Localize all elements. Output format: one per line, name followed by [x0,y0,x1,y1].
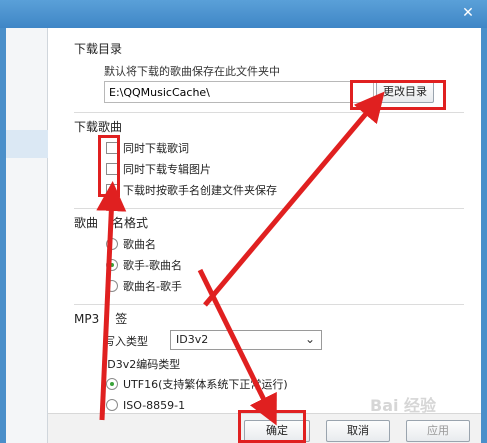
title-tail: 签 [115,312,128,326]
annotation-box-ok [238,410,306,443]
title-head: MP3 [74,312,100,326]
radio-song-artist[interactable] [106,280,118,292]
encoding-iso[interactable]: ISO-8859-1 [106,397,185,413]
format-song-artist[interactable]: 歌曲名-歌手 [106,278,182,294]
download-dir-title: 下载目录 [74,42,123,56]
format-song-name[interactable]: 歌曲名 [106,236,156,252]
option-download-album-art[interactable]: 同时下载专辑图片 [106,161,211,177]
select-value: ID3v2 [176,333,209,346]
write-type-label: 写入类型 [104,335,148,348]
chevron-down-icon: ⌄ [304,332,315,346]
close-icon[interactable]: ✕ [459,4,477,22]
sidebar-item-download[interactable] [6,130,48,158]
radio-utf16[interactable] [106,378,118,390]
option-label: 歌手-歌曲名 [123,259,182,272]
filename-format-title: 歌曲 名格式 [74,214,148,231]
write-type-select[interactable]: ID3v2 ⌄ [170,330,322,350]
mp3-tag-title: MP3 签 [74,310,127,327]
option-label: UTF16(支持繁体系统下正常运行) [123,378,288,391]
option-label: 同时下载专辑图片 [123,163,211,176]
annotation-box-checkboxes [98,135,120,197]
divider [74,304,464,305]
download-path-input[interactable] [104,81,374,103]
download-dir-hint: 默认将下载的歌曲保存在此文件夹中 [104,65,280,78]
annotation-box-change-dir [350,80,446,110]
radio-iso[interactable] [106,399,118,411]
option-label: 歌曲名 [123,238,156,251]
divider [74,208,464,209]
radio-song-name[interactable] [106,238,118,250]
window-titlebar: ✕ [0,0,487,28]
option-label: 下载时按歌手名创建文件夹保存 [123,184,277,197]
option-label: 同时下载歌词 [123,142,189,155]
cancel-button[interactable]: 取消 [326,420,390,442]
radio-artist-song[interactable] [106,259,118,271]
option-label: ISO-8859-1 [123,398,186,412]
option-artist-folder[interactable]: 下载时按歌手名创建文件夹保存 [106,182,277,198]
settings-sidebar [6,28,48,443]
download-songs-title: 下载歌曲 [74,120,123,134]
encoding-utf16[interactable]: UTF16(支持繁体系统下正常运行) [106,376,288,392]
encoding-label: ID3v2编码类型 [104,358,181,371]
title-tail: 名格式 [112,216,149,230]
format-artist-song[interactable]: 歌手-歌曲名 [106,257,182,273]
apply-button[interactable]: 应用 [406,420,470,442]
window-frame-right [481,28,487,443]
title-head: 歌曲 [74,216,99,230]
watermark: Bai 经验 [370,396,437,415]
option-label: 歌曲名-歌手 [123,280,182,293]
divider [74,112,464,113]
